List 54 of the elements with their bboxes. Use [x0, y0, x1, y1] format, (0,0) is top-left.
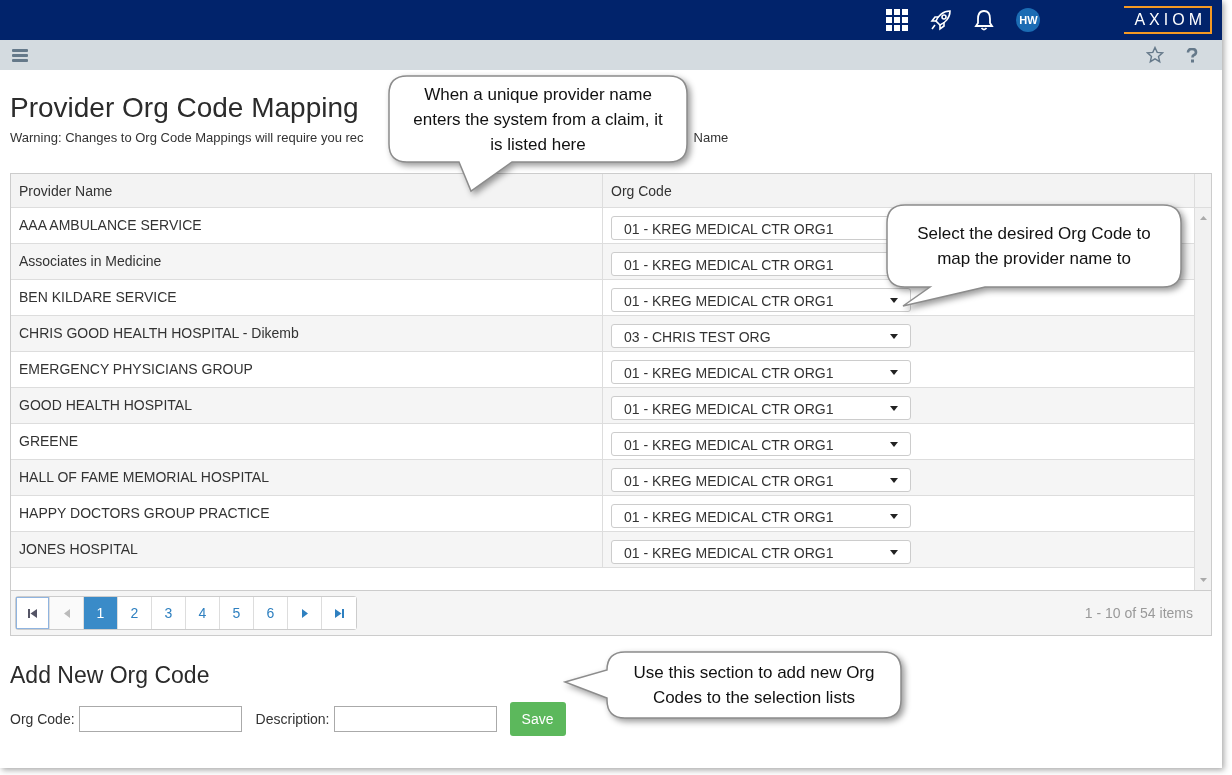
pager-summary: 1 - 10 of 54 items	[1084, 605, 1193, 621]
rocket-icon[interactable]	[930, 9, 953, 31]
org-code-dropdown[interactable]: 01 - KREG MEDICAL CTR ORG1	[611, 395, 911, 420]
provider-name: CHRIS GOOD HEALTH HOSPITAL - Dikemb	[19, 325, 299, 341]
provider-name: GREENE	[19, 433, 79, 449]
scroll-up-icon[interactable]	[1199, 216, 1207, 220]
provider-name: JONES HOSPITAL	[19, 541, 138, 557]
dropdown-caret-icon	[890, 442, 898, 447]
dropdown-caret-icon	[890, 298, 898, 303]
page-number-button[interactable]: 1	[84, 597, 118, 629]
field-label: Description:	[255, 711, 330, 727]
provider-name: AAA AMBULANCE SERVICE	[19, 217, 202, 233]
first-page-icon	[28, 608, 37, 618]
first-page-button[interactable]	[16, 597, 50, 629]
provider-name: Associates in Medicine	[19, 253, 162, 269]
next-page-icon	[301, 608, 308, 618]
org-code-dropdown[interactable]: 03 - CHRIS TEST ORG	[611, 323, 911, 348]
callout-tooltip: Select the desired Org Code to map the provider name to	[885, 203, 1185, 309]
section-title: Add New Org Code	[10, 661, 210, 690]
scrollbar[interactable]	[1194, 208, 1211, 590]
provider-name: HALL OF FAME MEMORIAL HOSPITAL	[19, 469, 269, 485]
provider-name: GOOD HEALTH HOSPITAL	[19, 397, 192, 413]
bell-icon[interactable]	[974, 9, 995, 31]
description-input[interactable]	[333, 706, 497, 732]
callout-tooltip: Use this section to add new Org Codes to the selection lists	[563, 650, 905, 722]
provider-name: BEN KILDARE SERVICE	[19, 289, 177, 305]
last-page-icon	[334, 608, 344, 618]
org-code-input[interactable]	[78, 706, 242, 732]
provider-name: EMERGENCY PHYSICIANS GROUP	[19, 361, 253, 377]
org-code-dropdown[interactable]: 01 - KREG MEDICAL CTR ORG1	[611, 287, 911, 312]
apps-grid-icon[interactable]	[886, 9, 909, 31]
dropdown-caret-icon	[890, 370, 898, 375]
warning-text: Name	[693, 130, 729, 147]
org-code-dropdown[interactable]: 01 - KREG MEDICAL CTR ORG1	[611, 431, 911, 456]
provider-name: HAPPY DOCTORS GROUP PRACTICE	[19, 505, 270, 521]
org-code-dropdown[interactable]: 01 - KREG MEDICAL CTR ORG1	[611, 467, 911, 492]
org-code-dropdown[interactable]: 01 - KREG MEDICAL CTR ORG1	[611, 503, 911, 528]
dropdown-caret-icon	[890, 334, 898, 339]
scroll-down-icon[interactable]	[1199, 578, 1207, 582]
page-title: Provider Org Code Mapping	[10, 91, 359, 125]
dropdown-caret-icon	[890, 478, 898, 483]
menu-icon[interactable]	[12, 48, 28, 62]
dropdown-caret-icon	[890, 550, 898, 555]
org-code-dropdown[interactable]: 01 - KREG MEDICAL CTR ORG1	[611, 539, 911, 564]
warning-text: Warning: Changes to Org Code Mappings will require you rec	[10, 130, 364, 147]
previous-page-icon	[63, 608, 70, 618]
logo: AXIOM	[1124, 6, 1212, 34]
dropdown-caret-icon	[890, 514, 898, 519]
star-icon[interactable]	[1146, 46, 1164, 64]
dropdown-caret-icon	[890, 406, 898, 411]
user-avatar[interactable]: HW	[1016, 8, 1041, 32]
field-label: Org Code:	[10, 711, 75, 727]
org-code-dropdown[interactable]: 01 - KREG MEDICAL CTR ORG1	[611, 359, 911, 384]
help-icon[interactable]	[1186, 47, 1198, 63]
